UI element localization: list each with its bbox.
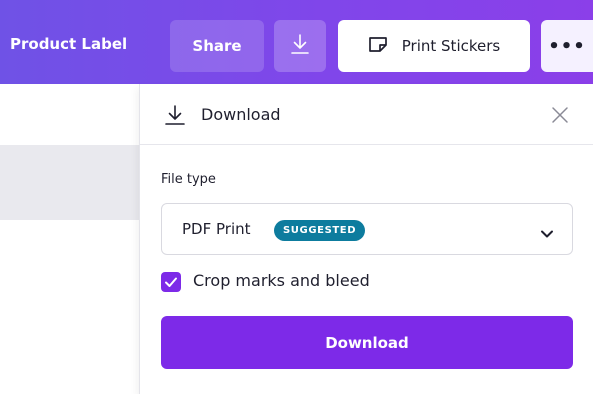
- checkmark-icon: [164, 273, 178, 292]
- download-icon: [290, 33, 310, 59]
- crop-marks-checkbox[interactable]: [161, 272, 181, 292]
- close-icon[interactable]: [548, 103, 572, 127]
- print-stickers-button[interactable]: Print Stickers: [338, 20, 530, 72]
- download-icon: [164, 104, 186, 130]
- top-toolbar: Product Label Share Print Stickers •••: [0, 0, 593, 84]
- file-type-value: PDF Print: [182, 220, 251, 238]
- file-type-select[interactable]: PDF Print SUGGESTED: [161, 203, 573, 255]
- app-window: Product Label Share Print Stickers ••• D…: [0, 0, 593, 394]
- suggested-badge: SUGGESTED: [274, 220, 366, 241]
- canvas-area: [0, 145, 140, 220]
- download-panel-header: Download: [140, 84, 593, 145]
- more-dots-icon: •••: [548, 35, 586, 57]
- download-toolbar-button[interactable]: [274, 20, 326, 72]
- crop-marks-label[interactable]: Crop marks and bleed: [193, 271, 370, 290]
- panel-title: Download: [201, 105, 281, 124]
- more-options-button[interactable]: •••: [541, 20, 593, 72]
- document-title[interactable]: Product Label: [10, 35, 127, 53]
- sticker-icon: [368, 36, 388, 56]
- download-panel: Download File type PDF Print SUGGESTED C…: [139, 84, 593, 394]
- download-button[interactable]: Download: [161, 316, 573, 369]
- share-button[interactable]: Share: [170, 20, 264, 72]
- file-type-label: File type: [161, 172, 216, 187]
- print-stickers-label: Print Stickers: [401, 37, 501, 55]
- chevron-down-icon: [540, 224, 554, 243]
